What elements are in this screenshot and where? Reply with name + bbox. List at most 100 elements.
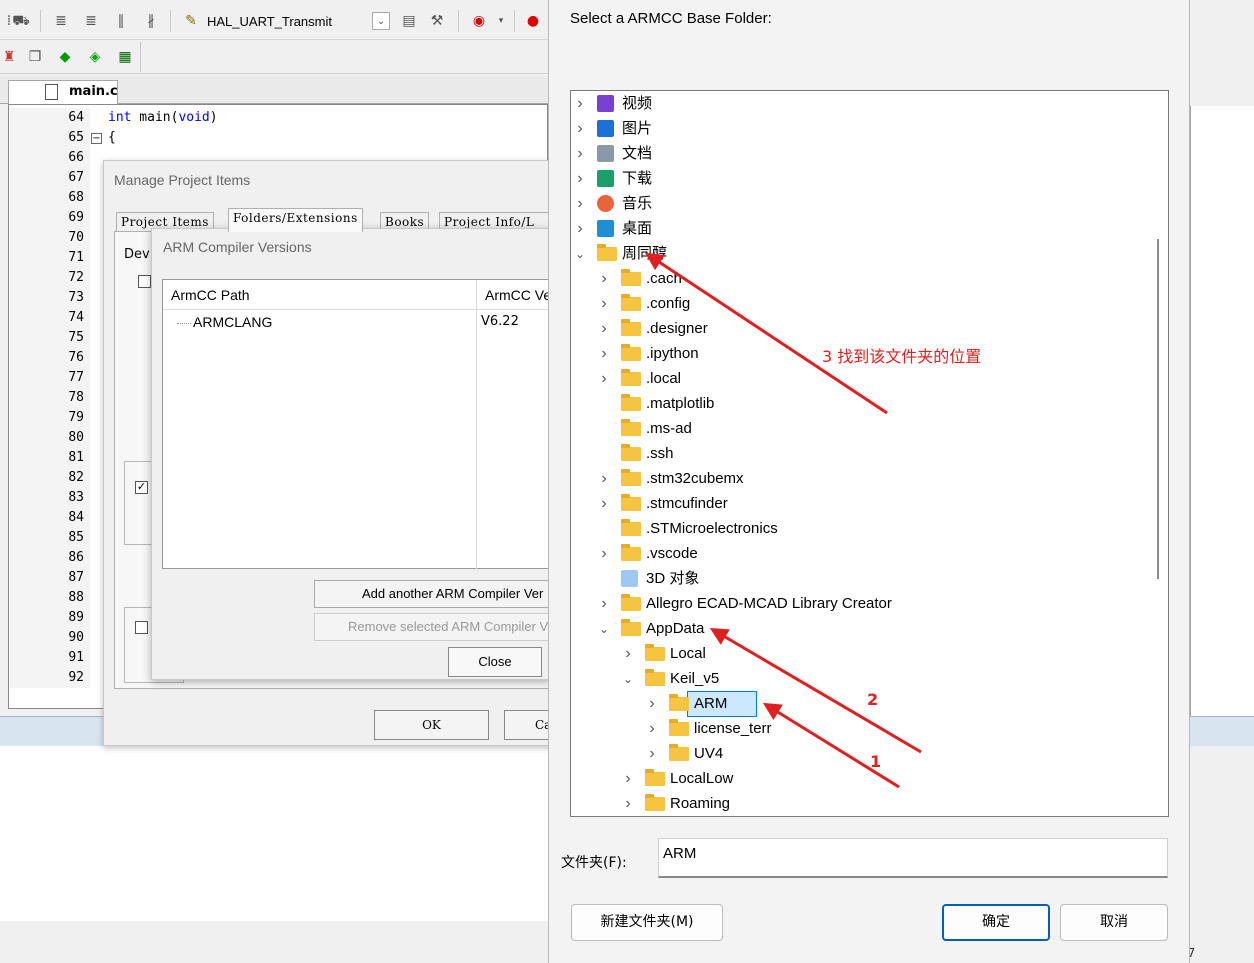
tree-item-matplotlib[interactable]: .matplotlib xyxy=(571,392,1151,416)
chevron-right-icon[interactable]: › xyxy=(621,767,635,791)
add-compiler-button[interactable]: Add another ARM Compiler Ver xyxy=(314,580,554,608)
tree-item-stmcufinder[interactable]: › .stmcufinder xyxy=(571,492,1151,516)
breakpoint-icon[interactable]: ● xyxy=(524,12,542,30)
tree-item-local_dot[interactable]: › .local xyxy=(571,367,1151,391)
tree-item-config[interactable]: › .config xyxy=(571,292,1151,316)
compiler-list[interactable]: ArmCC Path ArmCC Ve ARMCLANG V6.22 xyxy=(162,279,558,570)
folder-icon xyxy=(621,519,641,536)
package-icon[interactable]: ▦ xyxy=(116,48,134,66)
tree-item-cache[interactable]: › .cach xyxy=(571,267,1151,291)
tab-main-c[interactable]: main.c xyxy=(8,80,118,104)
tree-item-label: Allegro ECAD-MCAD Library Creator xyxy=(646,595,892,612)
remove-compiler-button[interactable]: Remove selected ARM Compiler V xyxy=(314,613,554,641)
chevron-right-icon[interactable]: › xyxy=(573,142,587,166)
folder-icon xyxy=(621,294,641,311)
pack-installer-icon[interactable]: ◈ xyxy=(86,48,104,66)
tree-item-localLow[interactable]: › LocalLow xyxy=(571,767,1151,791)
chevron-right-icon[interactable]: › xyxy=(645,692,659,716)
column-header-version[interactable]: ArmCC Ve xyxy=(485,287,551,303)
tree-item-appdata[interactable]: ⌄ AppData xyxy=(571,617,1151,641)
chevron-right-icon[interactable]: › xyxy=(621,642,635,666)
chevron-down-icon[interactable]: ⌄ xyxy=(597,617,611,641)
diamond-icon[interactable]: ◆ xyxy=(56,48,74,66)
tree-item-roaming[interactable]: › Roaming xyxy=(571,792,1151,816)
chevron-right-icon[interactable]: › xyxy=(597,292,611,316)
checkbox[interactable] xyxy=(138,275,151,288)
tree-item-ssh[interactable]: .ssh xyxy=(571,442,1151,466)
new-folder-button[interactable]: 新建文件夹(M) xyxy=(571,904,723,941)
compiler-version-cell[interactable]: V6.22 xyxy=(481,314,519,329)
target-name[interactable]: HAL_UART_Transmit xyxy=(207,14,332,29)
close-button[interactable]: Close xyxy=(448,647,542,677)
tree-item-stm32cubemx[interactable]: › .stm32cubemx xyxy=(571,467,1151,491)
column-divider[interactable] xyxy=(476,280,477,570)
tree-item-objects3d[interactable]: 3D 对象 xyxy=(571,567,1151,591)
tree-item-uv4[interactable]: › UV4 xyxy=(571,742,1151,766)
find-icon[interactable]: ⛟ xyxy=(12,12,30,30)
tree-item-documents[interactable]: › 文档 xyxy=(571,142,1151,166)
manage-icon[interactable]: ♜ xyxy=(0,48,18,66)
tree-item-local[interactable]: › Local xyxy=(571,642,1151,666)
chevron-right-icon[interactable]: › xyxy=(597,592,611,616)
uncomment-icon[interactable]: ∦ xyxy=(142,12,160,30)
chevron-down-icon[interactable]: ▾ xyxy=(492,12,510,30)
copy-icon[interactable]: ❐ xyxy=(26,48,44,66)
tree-item-downloads[interactable]: › 下载 xyxy=(571,167,1151,191)
chevron-right-icon[interactable]: › xyxy=(573,192,587,216)
chevron-right-icon[interactable]: › xyxy=(573,167,587,191)
line-number: 86 xyxy=(68,550,84,565)
chevron-right-icon[interactable]: › xyxy=(645,742,659,766)
tree-item-label: UV4 xyxy=(694,745,724,762)
column-header-path[interactable]: ArmCC Path xyxy=(171,287,250,303)
tree-item-keil[interactable]: ⌄ Keil_v5 xyxy=(571,667,1151,691)
unindent-icon[interactable]: ≣ xyxy=(82,12,100,30)
tree-item-allegro[interactable]: › Allegro ECAD-MCAD Library Creator xyxy=(571,592,1151,616)
checkbox[interactable] xyxy=(135,621,148,634)
fold-icon[interactable]: − xyxy=(91,133,102,144)
tree-item-music[interactable]: › 音乐 xyxy=(571,192,1151,216)
chevron-right-icon[interactable]: › xyxy=(597,467,611,491)
checkbox-checked[interactable]: ✓ xyxy=(135,481,148,494)
chevron-down-icon[interactable]: ⌄ xyxy=(372,12,390,30)
tree-item-pictures[interactable]: › 图片 xyxy=(571,117,1151,141)
tab-folders-extensions[interactable]: Folders/Extensions xyxy=(228,208,363,232)
chevron-right-icon[interactable]: › xyxy=(573,117,587,141)
chevron-down-icon[interactable]: ⌄ xyxy=(573,242,587,266)
load-icon[interactable]: ✎ xyxy=(182,12,200,30)
chevron-down-icon[interactable]: ⌄ xyxy=(621,667,635,691)
tree-item-label: LocalLow xyxy=(670,770,734,787)
comment-icon[interactable]: ∥ xyxy=(112,12,130,30)
tree-item-user[interactable]: ⌄ 周同醇 xyxy=(571,242,1151,266)
tree-item-arm[interactable]: › ARM xyxy=(571,692,1151,716)
tree-item-vscode[interactable]: › .vscode xyxy=(571,542,1151,566)
tree-item-desktop[interactable]: › 桌面 xyxy=(571,217,1151,241)
options-icon[interactable]: ▤ xyxy=(400,12,418,30)
indent-icon[interactable]: ≣ xyxy=(52,12,70,30)
line-number: 92 xyxy=(68,670,84,685)
code-text[interactable]: int main(void) { xyxy=(108,110,218,150)
compiler-path-cell[interactable]: ARMCLANG xyxy=(193,314,272,330)
chevron-right-icon[interactable]: › xyxy=(597,542,611,566)
chevron-right-icon[interactable]: › xyxy=(573,92,587,116)
chevron-right-icon[interactable]: › xyxy=(645,717,659,741)
chevron-right-icon[interactable]: › xyxy=(597,317,611,341)
chevron-right-icon[interactable]: › xyxy=(597,267,611,291)
chevron-right-icon[interactable]: › xyxy=(597,367,611,391)
build-icon[interactable]: ⚒ xyxy=(428,12,446,30)
tree-item-stmicro[interactable]: .STMicroelectronics xyxy=(571,517,1151,541)
chevron-right-icon[interactable]: › xyxy=(597,492,611,516)
cancel-button[interactable]: 取消 xyxy=(1060,904,1168,941)
ok-button[interactable]: 确定 xyxy=(942,904,1050,941)
chevron-right-icon[interactable]: › xyxy=(573,217,587,241)
folder-input[interactable]: ARM xyxy=(658,838,1168,878)
tree-item-designer[interactable]: › .designer xyxy=(571,317,1151,341)
tree-item-license[interactable]: › license_terr xyxy=(571,717,1151,741)
scrollbar-thumb[interactable] xyxy=(1157,239,1159,579)
chevron-right-icon[interactable]: › xyxy=(597,342,611,366)
chevron-right-icon[interactable]: › xyxy=(621,792,635,816)
debug-icon[interactable]: ◉ xyxy=(470,12,488,30)
dialog-title: Manage Project Items xyxy=(114,172,251,188)
ok-button[interactable]: OK xyxy=(374,710,489,740)
tree-item-msad[interactable]: .ms-ad xyxy=(571,417,1151,441)
tree-item-videos[interactable]: › 视频 xyxy=(571,92,1151,116)
